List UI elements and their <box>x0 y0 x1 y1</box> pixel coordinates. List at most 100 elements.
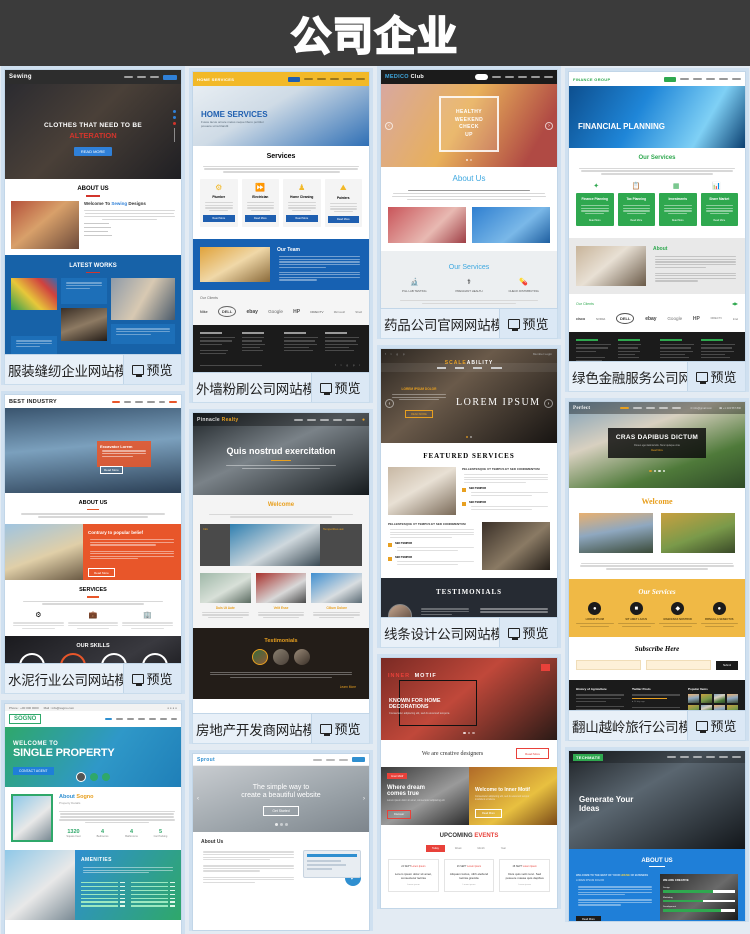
service-button[interactable]: Read More <box>621 219 653 222</box>
property-card[interactable]: Cillum Dolore <box>311 572 363 620</box>
footer-thumb[interactable] <box>727 694 738 704</box>
mail-icon[interactable]: ✉ info@gmail.com <box>690 407 712 410</box>
service-button[interactable]: Read More <box>662 219 694 222</box>
service-card[interactable]: ⏩ Electrician Read More <box>241 179 279 228</box>
carousel-dots[interactable] <box>569 467 745 476</box>
search-icon[interactable]: ● <box>362 417 365 423</box>
preview-button[interactable]: 预览 <box>311 373 369 402</box>
service-card[interactable]: Share Market Read More <box>700 193 738 227</box>
avatar[interactable] <box>273 648 289 665</box>
template-card-finance[interactable]: FINANCE GROUP FINANCIAL PLANNING Our Ser… <box>565 68 749 392</box>
service-card[interactable]: Tax Planning Read More <box>617 193 655 227</box>
service-button[interactable]: Read More <box>286 215 318 223</box>
service-button[interactable]: Read More <box>203 215 235 223</box>
footer-thumb[interactable] <box>688 705 699 710</box>
preview-button[interactable]: 预览 <box>687 711 745 740</box>
carousel-next-icon[interactable]: › <box>545 122 553 130</box>
carousel-dots[interactable] <box>381 729 557 738</box>
preview-button[interactable]: 预览 <box>311 714 369 743</box>
footer-thumb[interactable] <box>714 694 725 704</box>
carousel-prev-icon[interactable]: ‹ <box>385 399 394 408</box>
promo-button[interactable]: Discover <box>387 810 412 819</box>
carousel-dots[interactable] <box>381 433 557 441</box>
slider[interactable]: Info Temporibus aut <box>200 523 362 566</box>
template-card-realty[interactable]: Pinnacle Realty ● Quis nostrud exercitat… <box>189 409 373 744</box>
event-tabs[interactable]: Today Week Month Year <box>388 845 550 852</box>
service-button[interactable]: Read More <box>579 219 611 222</box>
template-card-sewing[interactable]: Sewing CLOTHES THAT NEED TO BE ALTERATIO… <box>1 66 185 385</box>
event-card[interactable]: 28 SEPT Lorem Ipsum Duis quis velit nunc… <box>499 859 551 893</box>
carousel-prev-icon[interactable]: ‹ <box>197 796 199 802</box>
subscribe-button[interactable]: Submit <box>715 660 739 670</box>
subscribe-email-input[interactable] <box>645 660 711 671</box>
event-tab[interactable]: Week <box>449 845 468 852</box>
template-card-medico[interactable]: MEDICO Club HEALTHY WEEKEND CHECK UP ‹ ›… <box>377 66 561 339</box>
hero-button[interactable]: Get Started <box>263 806 299 816</box>
carousel-next-icon[interactable]: › <box>363 796 365 802</box>
service-item[interactable]: ● FRINGILLA SENECTUS <box>699 602 741 628</box>
hero-button[interactable]: READ MORE <box>405 410 433 419</box>
service-item[interactable]: 🔬 PILL LAB TESTING <box>387 278 442 293</box>
hero-card-button[interactable]: Read More <box>100 466 123 475</box>
footer-thumb[interactable] <box>701 705 712 710</box>
template-card-home-services[interactable]: HOME SERVICES HOME SERVICES Fusce lacus … <box>189 68 373 403</box>
preview-button[interactable]: 预览 <box>687 362 745 391</box>
service-item[interactable]: 💊 CHECK DISTRIBUTING <box>496 278 551 293</box>
feature-button[interactable]: Read More <box>88 568 115 578</box>
hero-button[interactable]: READ MORE <box>73 147 113 156</box>
service-card[interactable]: ⛰ Painters Read More <box>324 179 362 228</box>
preview-button[interactable]: 预览 <box>123 664 181 693</box>
work-image[interactable] <box>111 278 175 320</box>
footer-social[interactable]: f t g p i <box>335 363 362 367</box>
template-card-sogno[interactable]: Phone : +00 000 0000 Mail : info@sogno.c… <box>1 700 185 934</box>
site-nav[interactable] <box>381 363 557 372</box>
service-card[interactable]: Finance Planning Read More <box>576 193 614 227</box>
service-item[interactable]: ● LOREM IPSUM <box>574 602 616 628</box>
service-card[interactable]: ⚙ Plumber Read More <box>200 179 238 228</box>
template-card-industry[interactable]: BEST INDUSTRY Excavator Lorem Read More <box>1 391 185 694</box>
social-icons[interactable]: ● ● ● ● <box>167 706 177 710</box>
footer-thumb[interactable] <box>688 694 699 704</box>
template-card-travel[interactable]: Perfect ✉ info@gmail.com ☎ +1 234 567 89… <box>565 398 749 741</box>
carousel-prev-icon[interactable]: ‹ <box>385 122 393 130</box>
subscribe-name-input[interactable] <box>576 660 641 671</box>
carousel-dots[interactable] <box>381 156 557 164</box>
avatar[interactable] <box>252 648 268 665</box>
hero-button[interactable]: Read More <box>612 449 702 452</box>
carousel-dots[interactable] <box>193 820 369 829</box>
carousel-next-icon[interactable]: › <box>544 399 553 408</box>
property-card[interactable]: Duis Ut Aute <box>200 572 251 620</box>
preview-button[interactable]: 预览 <box>123 355 181 384</box>
template-card-lineart[interactable]: f t g p SCALEABILITY Member Login LOREM … <box>377 345 561 648</box>
about-button[interactable]: Read More <box>576 915 601 921</box>
event-card[interactable]: 26 SEPT Lorem Ipsum Aliquam luctus, nibh… <box>443 859 495 893</box>
event-tab[interactable]: Today <box>426 845 445 852</box>
read-more-button[interactable]: Read More <box>516 748 549 759</box>
work-image[interactable] <box>11 278 57 310</box>
service-button[interactable]: Read More <box>327 216 359 224</box>
service-card[interactable]: ♟ Home Cleaning Read More <box>283 179 321 228</box>
preview-button[interactable]: 预览 <box>499 309 557 338</box>
avatar[interactable] <box>294 648 310 665</box>
template-card-inner-motif[interactable]: INNER MOTIF KNOWN FOR HOME DECORATIONS C… <box>377 654 561 909</box>
template-card-sprout[interactable]: Sprout The simple way to create a beauti… <box>189 750 373 931</box>
work-image[interactable] <box>61 308 107 341</box>
property-card[interactable]: Velit Esse <box>255 572 307 620</box>
service-item[interactable]: ■ SIT AMET LACUS <box>616 602 658 628</box>
preview-button[interactable]: 预览 <box>499 618 557 647</box>
event-tab[interactable]: Year <box>495 845 512 852</box>
clients-arrows[interactable]: ◀▶ <box>732 301 738 306</box>
phone-icon[interactable]: ☎ +1 234 567 890 <box>719 407 741 410</box>
service-item[interactable]: ◆ MAECENAS NOSTRUD <box>657 602 699 628</box>
service-card[interactable]: Investments Read More <box>659 193 697 227</box>
event-tab[interactable]: Month <box>472 845 491 852</box>
testimonials-button[interactable]: Learn More <box>200 685 362 689</box>
footer-thumb[interactable] <box>714 705 725 710</box>
template-card-techmate[interactable]: TECHMATE Generate Your Ideas ABOUT US WE… <box>565 747 749 922</box>
event-card[interactable]: 24 SEPT Lorem Ipsum Lorem ipsum dolor si… <box>388 859 439 893</box>
service-item[interactable]: ⚕ PREGNANT HEALTH <box>442 278 497 293</box>
service-button[interactable]: Read More <box>244 215 276 223</box>
footer-thumb[interactable] <box>727 705 738 710</box>
promo2-button[interactable]: Read More <box>475 809 502 818</box>
footer-thumb[interactable] <box>701 694 712 704</box>
